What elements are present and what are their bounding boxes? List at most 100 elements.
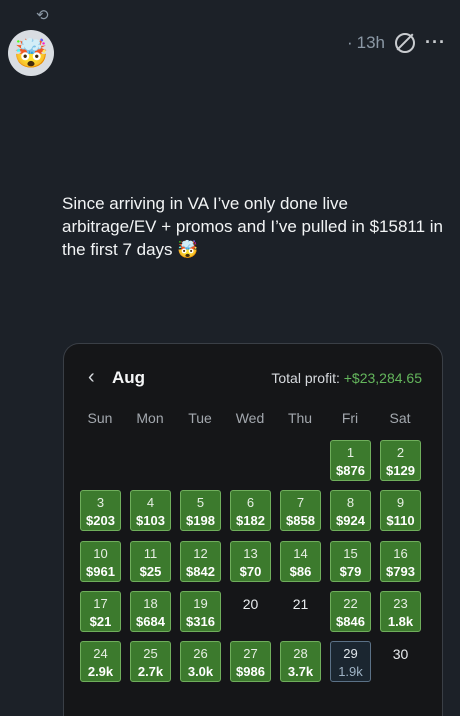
day-profit: $846 bbox=[336, 614, 365, 629]
day-number: 1 bbox=[346, 445, 355, 460]
day-profit: $129 bbox=[386, 463, 415, 478]
slash-circle-icon[interactable] bbox=[395, 32, 416, 53]
calendar-day[interactable]: 22 $846 bbox=[330, 591, 371, 632]
day-profit: 1.8k bbox=[387, 614, 414, 629]
day-profit: $924 bbox=[336, 513, 365, 528]
day-profit: $110 bbox=[386, 513, 415, 528]
day-number: 10 bbox=[93, 546, 108, 561]
calendar-day[interactable]: 3 $203 bbox=[80, 490, 121, 531]
calendar-day[interactable]: 13 $70 bbox=[230, 541, 271, 582]
calendar-day[interactable]: 11 $25 bbox=[130, 541, 171, 582]
calendar-day[interactable]: 5 $198 bbox=[180, 490, 221, 531]
day-profit: 3.0k bbox=[187, 664, 214, 679]
day-number: 25 bbox=[143, 646, 158, 661]
calendar-day[interactable]: 12 $842 bbox=[180, 541, 221, 582]
calendar-day[interactable]: 15 $79 bbox=[330, 541, 371, 582]
calendar-day[interactable]: 7 $858 bbox=[280, 490, 321, 531]
day-profit: 1.9k bbox=[338, 664, 363, 679]
weekday-label: Mon bbox=[136, 410, 164, 426]
calendar-day[interactable]: 14 $86 bbox=[280, 541, 321, 582]
total-profit-value: +$23,284.65 bbox=[343, 370, 422, 386]
calendar-day[interactable]: 10 $961 bbox=[80, 541, 121, 582]
post-time[interactable]: 13h bbox=[357, 33, 385, 53]
day-number: 13 bbox=[243, 546, 258, 561]
calendar-day[interactable]: 6 $182 bbox=[230, 490, 271, 531]
day-profit: $70 bbox=[239, 564, 262, 579]
calendar-day[interactable]: 25 2.7k bbox=[130, 641, 171, 682]
calendar-day[interactable]: 9 $110 bbox=[380, 490, 421, 531]
avatar[interactable]: 🤯 bbox=[8, 30, 54, 76]
day-profit: $986 bbox=[236, 664, 265, 679]
day-number: 29 bbox=[343, 646, 358, 661]
day-profit: $182 bbox=[236, 513, 265, 528]
day-profit: $203 bbox=[86, 513, 115, 528]
day-profit: 2.9k bbox=[87, 664, 114, 679]
weekday-label: Sun bbox=[87, 410, 113, 426]
day-profit: $876 bbox=[336, 463, 365, 478]
day-profit: $86 bbox=[289, 564, 312, 579]
day-number: 5 bbox=[196, 495, 205, 510]
day-profit: $198 bbox=[186, 513, 215, 528]
day-profit: 3.7k bbox=[287, 664, 314, 679]
calendar-day[interactable]: 27 $986 bbox=[230, 641, 271, 682]
weekday-label: Sat bbox=[389, 410, 411, 426]
day-profit: $684 bbox=[136, 614, 165, 629]
day-profit: $103 bbox=[136, 513, 165, 528]
calendar-day[interactable]: 21 bbox=[280, 591, 321, 632]
calendar-day[interactable]: 19 $316 bbox=[180, 591, 221, 632]
calendar-day[interactable]: 24 2.9k bbox=[80, 641, 121, 682]
day-number: 30 bbox=[392, 646, 409, 662]
day-number: 24 bbox=[93, 646, 108, 661]
day-profit: $79 bbox=[339, 564, 362, 579]
day-profit: $25 bbox=[139, 564, 162, 579]
weekday-label: Fri bbox=[341, 410, 359, 426]
day-number: 28 bbox=[293, 646, 308, 661]
day-profit: 2.7k bbox=[137, 664, 164, 679]
day-profit: $858 bbox=[286, 513, 315, 528]
calendar-day[interactable]: 26 3.0k bbox=[180, 641, 221, 682]
chevron-left-icon[interactable]: ‹ bbox=[88, 366, 95, 388]
weekday-label: Thu bbox=[287, 410, 313, 426]
post-text: Since arriving in VA I’ve only done live… bbox=[62, 192, 447, 261]
day-number: 27 bbox=[243, 646, 258, 661]
day-number: 21 bbox=[292, 596, 309, 612]
day-number: 4 bbox=[146, 495, 155, 510]
weekday-label: Tue bbox=[188, 410, 212, 426]
day-profit: $842 bbox=[186, 564, 215, 579]
day-number: 22 bbox=[343, 596, 358, 611]
calendar-day[interactable]: 1 $876 bbox=[330, 440, 371, 481]
calendar-day[interactable]: 28 3.7k bbox=[280, 641, 321, 682]
calendar-day[interactable]: 23 1.8k bbox=[380, 591, 421, 632]
calendar-day[interactable]: 16 $793 bbox=[380, 541, 421, 582]
calendar-day[interactable]: 17 $21 bbox=[80, 591, 121, 632]
calendar-day[interactable]: 18 $684 bbox=[130, 591, 171, 632]
day-number: 23 bbox=[393, 596, 408, 611]
day-number: 18 bbox=[143, 596, 158, 611]
post-text-body: Since arriving in VA I’ve only done live… bbox=[62, 194, 444, 259]
calendar-day[interactable]: 2 $129 bbox=[380, 440, 421, 481]
day-number: 8 bbox=[346, 495, 355, 510]
day-number: 16 bbox=[393, 546, 408, 561]
day-number: 2 bbox=[396, 445, 405, 460]
calendar-day[interactable]: 30 bbox=[380, 641, 421, 682]
more-icon[interactable]: ··· bbox=[425, 32, 446, 53]
day-number: 12 bbox=[193, 546, 208, 561]
repost-icon: ⟲ bbox=[36, 7, 49, 24]
meta-dot: · bbox=[346, 32, 353, 52]
calendar-card[interactable]: ‹ Aug Total profit: +$23,284.65 Sun Mon Tu… bbox=[63, 343, 443, 716]
calendar-day[interactable]: 8 $924 bbox=[330, 490, 371, 531]
day-number: 20 bbox=[242, 596, 259, 612]
day-number: 14 bbox=[293, 546, 308, 561]
calendar-day[interactable]: 20 bbox=[230, 591, 271, 632]
month-label: Aug bbox=[112, 368, 146, 387]
post-emoji: 🤯 bbox=[177, 240, 199, 259]
day-number: 17 bbox=[93, 596, 108, 611]
calendar-day[interactable]: 29 1.9k bbox=[330, 641, 371, 682]
day-profit: $793 bbox=[386, 564, 415, 579]
weekday-label: Wed bbox=[235, 410, 265, 426]
post-meta: · 13h ··· bbox=[347, 32, 446, 53]
calendar-day[interactable]: 4 $103 bbox=[130, 490, 171, 531]
day-number: 7 bbox=[296, 495, 305, 510]
calendar-header: ‹ Aug Total profit: +$23,284.65 bbox=[64, 366, 442, 390]
total-profit-label: Total profit: bbox=[271, 370, 344, 386]
